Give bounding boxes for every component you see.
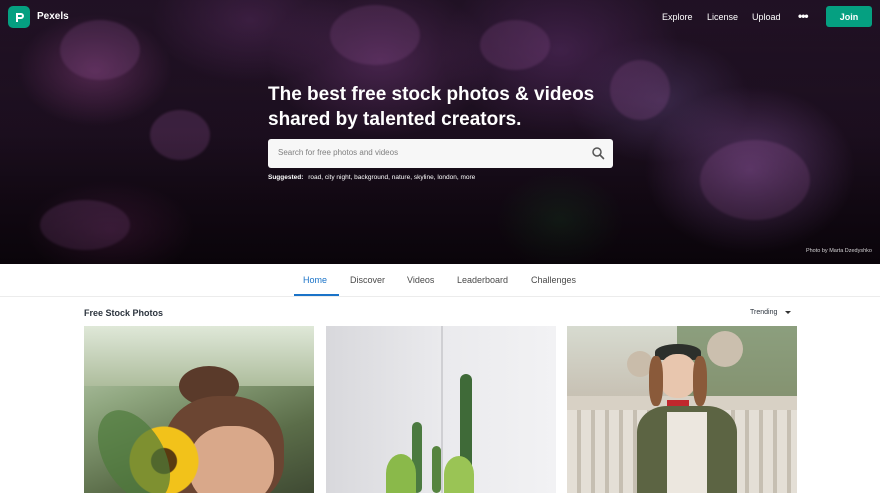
suggestion-skyline[interactable]: skyline (414, 174, 434, 181)
suggestion-more[interactable]: more (460, 174, 475, 181)
tab-challenges[interactable]: Challenges (531, 275, 576, 285)
hero-banner: Pexels Explore License Upload ••• Join T… (0, 0, 880, 264)
suggestion-background[interactable]: background (354, 174, 388, 181)
hero-headline-line2: shared by talented creators. (268, 109, 522, 130)
suggestion-city-night[interactable]: city night (325, 174, 351, 181)
join-button[interactable]: Join (826, 6, 872, 27)
nav-explore-link[interactable]: Explore (662, 12, 693, 22)
chevron-down-icon (785, 311, 792, 314)
tab-videos[interactable]: Videos (407, 275, 434, 285)
sort-value: Trending (750, 309, 778, 316)
suggestion-nature[interactable]: nature (392, 174, 410, 181)
main-tabs: Home Discover Videos Leaderboard Challen… (0, 264, 880, 297)
photo-credit[interactable]: Photo by Marta Dzedyshko (806, 248, 872, 254)
pexels-logo-icon[interactable] (8, 6, 30, 28)
active-tab-indicator (294, 294, 339, 296)
tab-discover[interactable]: Discover (350, 275, 385, 285)
suggested-searches: Suggested: road, city night, background,… (268, 174, 476, 181)
photo-card-cactus[interactable] (326, 326, 556, 493)
section-title: Free Stock Photos (84, 308, 164, 318)
tab-home[interactable]: Home (303, 275, 327, 285)
tab-leaderboard[interactable]: Leaderboard (457, 275, 508, 285)
photo-card-sunflower-woman[interactable] (84, 326, 314, 493)
more-dots-icon[interactable]: ••• (798, 9, 809, 23)
suggestion-london[interactable]: london (437, 174, 457, 181)
suggestion-road[interactable]: road (308, 174, 321, 181)
search-icon[interactable] (591, 146, 605, 160)
sort-dropdown[interactable]: Trending (750, 309, 792, 316)
photo-card-woman-cap[interactable] (567, 326, 797, 493)
brand-name[interactable]: Pexels (37, 11, 69, 22)
nav-license-link[interactable]: License (707, 12, 738, 22)
nav-upload-link[interactable]: Upload (752, 12, 781, 22)
search-placeholder: Search for free photos and videos (278, 148, 399, 157)
hero-headline: The best free stock photos & videos shar… (268, 82, 628, 132)
search-input[interactable]: Search for free photos and videos (268, 139, 613, 168)
top-nav: Pexels Explore License Upload ••• Join (0, 0, 880, 34)
hero-headline-line1: The best free stock photos & videos (268, 84, 595, 105)
suggested-label: Suggested: (268, 174, 304, 181)
